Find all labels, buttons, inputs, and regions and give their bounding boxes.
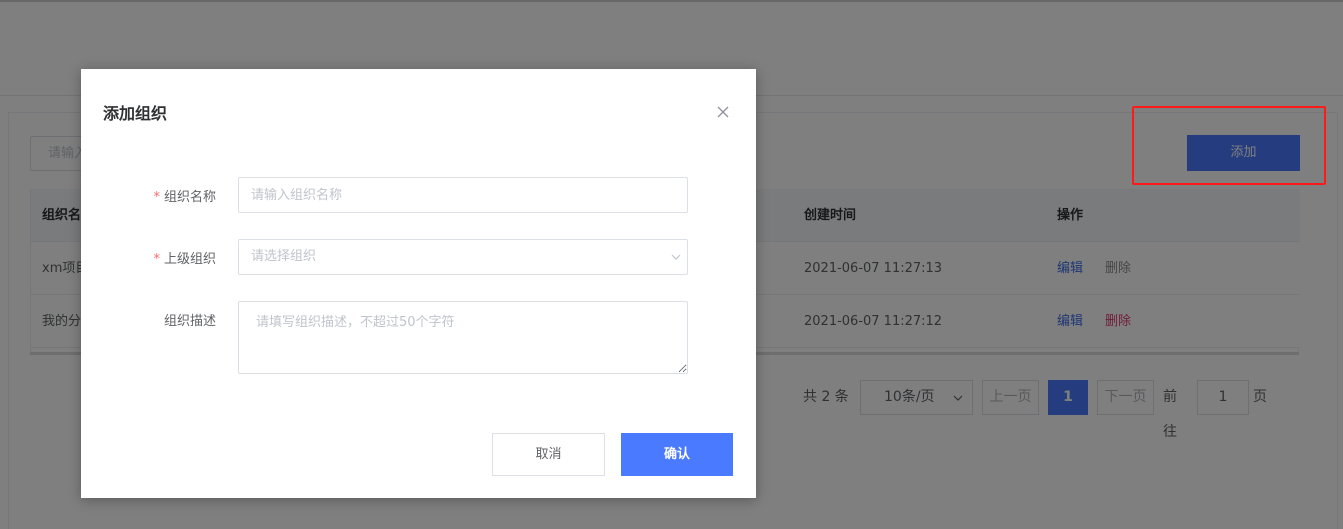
confirm-button[interactable]: 确认 <box>621 433 733 476</box>
parent-organization-select[interactable]: 请选择组织 <box>238 239 688 275</box>
label-text: 组织名称 <box>163 190 216 205</box>
cancel-button[interactable]: 取消 <box>492 433 605 476</box>
parent-organization-label: * 上级组织 <box>153 248 216 267</box>
organization-description-label: 组织描述 <box>164 310 216 329</box>
required-mark: * <box>153 252 160 267</box>
close-icon[interactable] <box>715 104 731 120</box>
chevron-down-icon <box>670 251 682 263</box>
organization-name-label: * 组织名称 <box>153 186 216 205</box>
select-placeholder: 请选择组织 <box>251 249 317 264</box>
label-text: 上级组织 <box>163 252 216 267</box>
organization-name-input[interactable] <box>238 177 688 213</box>
label-text: 组织描述 <box>163 314 216 329</box>
dialog-title: 添加组织 <box>103 104 168 123</box>
required-mark: * <box>153 190 160 205</box>
organization-description-textarea[interactable] <box>238 301 688 374</box>
add-organization-dialog: 添加组织 *组织名称 *上级组织 请选择组织 组织描述 取消 确认 <box>81 69 756 498</box>
